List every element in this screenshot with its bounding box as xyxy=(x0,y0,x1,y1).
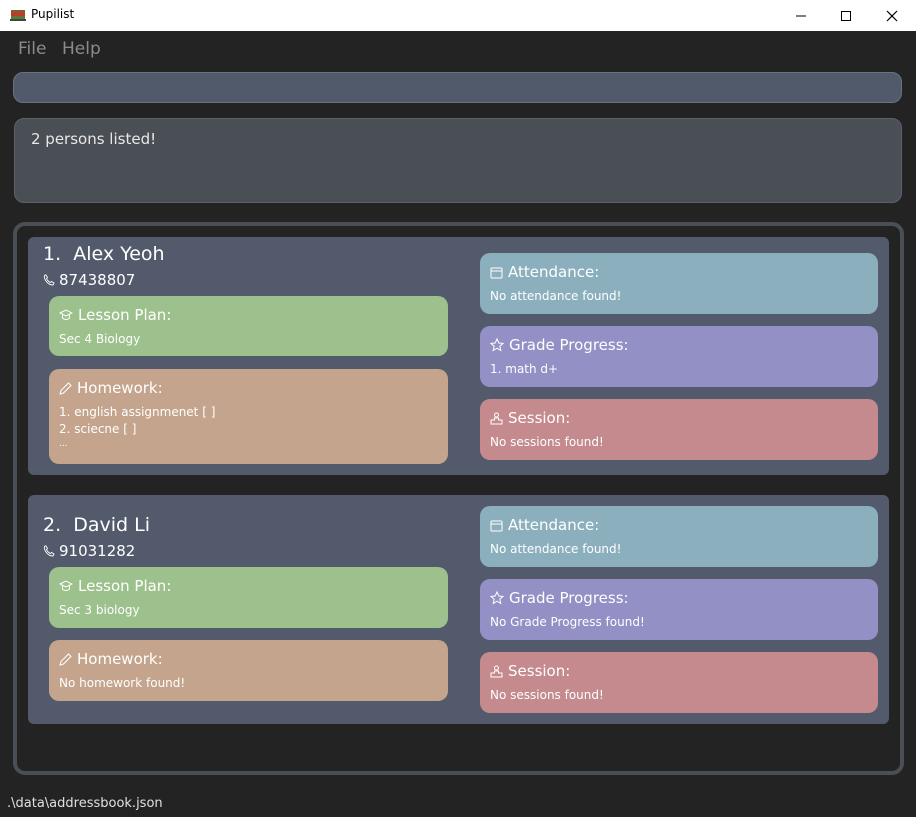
lesson-plan-tile: Lesson Plan: Sec 3 biology xyxy=(49,567,448,628)
attendance-label: Attendance: xyxy=(508,516,600,534)
grade-progress-label: Grade Progress: xyxy=(509,589,629,607)
grade-progress-value: No Grade Progress found! xyxy=(490,615,645,629)
homework-value: No homework found! xyxy=(59,676,186,690)
phone-icon xyxy=(43,545,55,557)
podium-icon xyxy=(490,412,503,425)
session-tile: Session: No sessions found! xyxy=(480,652,878,713)
lesson-plan-label: Lesson Plan: xyxy=(78,577,172,595)
status-file-path: .\data\addressbook.json xyxy=(7,796,163,811)
lesson-plan-value: Sec 3 biology xyxy=(59,603,140,617)
person-phone: 91031282 xyxy=(43,542,135,560)
grade-progress-tile: Grade Progress: 1. math d+ xyxy=(480,326,878,387)
homework-item: ... xyxy=(59,439,68,449)
person-name-text: David Li xyxy=(73,514,150,536)
person-name-text: Alex Yeoh xyxy=(73,243,165,265)
app-book-icon xyxy=(10,8,26,22)
close-button[interactable] xyxy=(869,0,915,31)
lesson-plan-value: Sec 4 Biology xyxy=(59,332,141,346)
phone-number: 87438807 xyxy=(59,271,136,289)
graduation-cap-icon xyxy=(59,308,73,322)
menu-bar: File Help xyxy=(0,31,916,65)
homework-label: Homework: xyxy=(77,379,163,397)
title-bar: Pupilist xyxy=(0,0,916,31)
maximize-button[interactable] xyxy=(823,0,869,31)
session-tile: Session: No sessions found! xyxy=(480,399,878,460)
attendance-value: No attendance found! xyxy=(490,542,622,556)
result-display: 2 persons listed! xyxy=(14,118,902,203)
command-input[interactable] xyxy=(13,72,902,103)
grade-progress-tile: Grade Progress: No Grade Progress found! xyxy=(480,579,878,640)
person-name: 1. Alex Yeoh xyxy=(43,243,165,265)
phone-icon xyxy=(43,274,55,286)
person-card[interactable]: 1. Alex Yeoh 87438807 Lesson Plan: Sec 4… xyxy=(28,237,889,475)
menu-help[interactable]: Help xyxy=(62,39,101,59)
pencil-icon xyxy=(59,381,72,395)
calendar-icon xyxy=(490,266,503,279)
result-text: 2 persons listed! xyxy=(31,130,157,148)
homework-tile: Homework: 1. english assignmenet [ ] 2. … xyxy=(49,369,448,464)
grade-progress-label: Grade Progress: xyxy=(509,336,629,354)
window-title: Pupilist xyxy=(31,7,75,21)
lesson-plan-label: Lesson Plan: xyxy=(78,306,172,324)
star-icon xyxy=(490,338,504,352)
attendance-tile: Attendance: No attendance found! xyxy=(480,506,878,567)
graduation-cap-icon xyxy=(59,579,73,593)
homework-label: Homework: xyxy=(77,650,163,668)
homework-list: 1. english assignmenet [ ] 2. sciecne [ … xyxy=(59,404,215,451)
menu-file[interactable]: File xyxy=(18,39,46,59)
person-phone: 87438807 xyxy=(43,271,135,289)
session-label: Session: xyxy=(508,662,571,680)
person-index: 1. xyxy=(43,243,62,265)
lesson-plan-tile: Lesson Plan: Sec 4 Biology xyxy=(49,296,448,356)
pencil-icon xyxy=(59,652,72,666)
homework-item: 2. sciecne [ ] xyxy=(59,422,137,436)
session-value: No sessions found! xyxy=(490,435,604,449)
person-index: 2. xyxy=(43,514,62,536)
homework-tile: Homework: No homework found! xyxy=(49,640,448,701)
star-icon xyxy=(490,591,504,605)
phone-number: 91031282 xyxy=(59,542,136,560)
attendance-tile: Attendance: No attendance found! xyxy=(480,253,878,314)
person-card[interactable]: 2. David Li 91031282 Lesson Plan: Sec 3 … xyxy=(28,495,889,724)
person-name: 2. David Li xyxy=(43,514,150,536)
homework-item: 1. english assignmenet [ ] xyxy=(59,405,216,419)
calendar-icon xyxy=(490,519,503,532)
session-value: No sessions found! xyxy=(490,688,604,702)
attendance-label: Attendance: xyxy=(508,263,600,281)
podium-icon xyxy=(490,665,503,678)
grade-progress-value: 1. math d+ xyxy=(490,362,559,376)
minimize-button[interactable] xyxy=(778,0,824,31)
session-label: Session: xyxy=(508,409,571,427)
attendance-value: No attendance found! xyxy=(490,289,622,303)
